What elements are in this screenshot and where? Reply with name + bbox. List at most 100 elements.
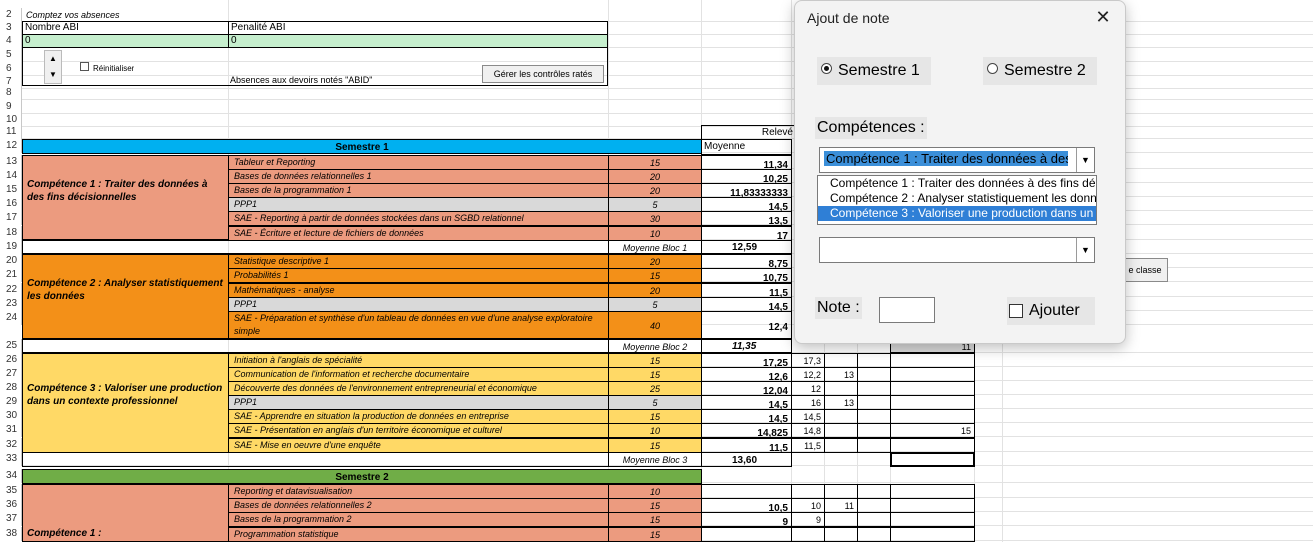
note-3[interactable] bbox=[857, 438, 891, 453]
row-header[interactable]: 36 bbox=[0, 498, 22, 512]
row-header[interactable]: 4 bbox=[0, 34, 22, 48]
note-4[interactable] bbox=[890, 438, 975, 453]
ue-moyenne[interactable]: 11,5 bbox=[701, 283, 792, 298]
ue-moyenne[interactable]: 17,25 bbox=[701, 353, 792, 368]
gerer-controles-button[interactable]: Gérer les contrôles ratés bbox=[482, 65, 604, 83]
nombre-abi-value[interactable]: 0 bbox=[22, 34, 229, 48]
ue-moyenne[interactable]: 14,5 bbox=[701, 297, 792, 312]
note-3[interactable] bbox=[857, 484, 891, 499]
note-1[interactable]: 10 bbox=[791, 498, 825, 513]
note-4[interactable] bbox=[890, 395, 975, 410]
row-header[interactable]: 17 bbox=[0, 211, 22, 225]
note-1[interactable]: 14,8 bbox=[791, 423, 825, 438]
ue-moyenne[interactable]: 11,5 bbox=[701, 438, 792, 453]
note-input[interactable] bbox=[879, 297, 935, 323]
row-header[interactable]: 6 bbox=[0, 62, 22, 76]
note-1[interactable]: 9 bbox=[791, 512, 825, 527]
row-header[interactable]: 34 bbox=[0, 469, 22, 483]
note-2[interactable] bbox=[824, 353, 858, 368]
note-2[interactable] bbox=[824, 423, 858, 438]
row-header[interactable]: 24 bbox=[0, 311, 22, 325]
note-3[interactable] bbox=[857, 381, 891, 396]
note-4[interactable] bbox=[890, 381, 975, 396]
semestre2-radio[interactable]: Semestre 2 bbox=[983, 57, 1097, 85]
row-header[interactable]: 14 bbox=[0, 169, 22, 183]
row-header[interactable]: 18 bbox=[0, 226, 22, 240]
spin-button[interactable]: ▲ ▼ bbox=[44, 50, 62, 84]
ue-moyenne[interactable]: 8,75 bbox=[701, 254, 792, 269]
competence-combobox[interactable]: Compétence 1 : Traiter des données à des… bbox=[819, 147, 1095, 173]
note-4[interactable] bbox=[890, 498, 975, 513]
note-4[interactable] bbox=[890, 367, 975, 382]
penalite-abi-value[interactable]: 0 bbox=[228, 34, 608, 48]
ue-moyenne[interactable]: 11,34 bbox=[701, 155, 792, 170]
row-header[interactable]: 16 bbox=[0, 197, 22, 211]
chevron-down-icon[interactable]: ▼ bbox=[1076, 238, 1094, 262]
row-header[interactable]: 13 bbox=[0, 155, 22, 169]
note-1[interactable]: 17,3 bbox=[791, 353, 825, 368]
note-2[interactable] bbox=[824, 438, 858, 453]
note-4[interactable] bbox=[890, 527, 975, 542]
row-header[interactable]: 28 bbox=[0, 381, 22, 395]
note-4[interactable] bbox=[890, 409, 975, 424]
classe-button[interactable]: e classe bbox=[1122, 258, 1168, 282]
ue-moyenne[interactable]: 10,75 bbox=[701, 268, 792, 283]
note-4[interactable] bbox=[890, 484, 975, 499]
list-item[interactable]: Compétence 3 : Valoriser une production … bbox=[818, 206, 1096, 221]
close-icon[interactable]: ✕ bbox=[1093, 7, 1113, 28]
ue-moyenne[interactable]: 14,5 bbox=[701, 197, 792, 212]
row-header[interactable]: 33 bbox=[0, 452, 22, 466]
note-2[interactable] bbox=[824, 512, 858, 527]
row-header[interactable]: 38 bbox=[0, 527, 22, 541]
row-header[interactable]: 2 bbox=[0, 8, 22, 22]
note-3[interactable] bbox=[857, 395, 891, 410]
note-2[interactable] bbox=[824, 409, 858, 424]
row-header[interactable]: 25 bbox=[0, 339, 22, 353]
row-header[interactable]: 5 bbox=[0, 48, 22, 62]
note-2[interactable] bbox=[824, 527, 858, 542]
row-header[interactable]: 12 bbox=[0, 139, 22, 153]
semestre1-radio[interactable]: Semestre 1 bbox=[817, 57, 931, 85]
note-1[interactable] bbox=[791, 484, 825, 499]
ue-combobox[interactable]: ▼ bbox=[819, 237, 1095, 263]
note-3[interactable] bbox=[857, 527, 891, 542]
note-1[interactable]: 16 bbox=[791, 395, 825, 410]
row-header[interactable]: 20 bbox=[0, 254, 22, 268]
note-3[interactable] bbox=[857, 409, 891, 424]
ue-moyenne[interactable] bbox=[701, 527, 792, 542]
row-header[interactable]: 37 bbox=[0, 512, 22, 526]
row-header[interactable]: 32 bbox=[0, 438, 22, 452]
row-header[interactable]: 31 bbox=[0, 423, 22, 437]
note-3[interactable] bbox=[857, 353, 891, 368]
note-4[interactable]: 15 bbox=[890, 423, 975, 438]
row-header[interactable]: 15 bbox=[0, 183, 22, 197]
row-header[interactable]: 27 bbox=[0, 367, 22, 381]
note-2[interactable] bbox=[824, 484, 858, 499]
ue-moyenne[interactable]: 12,4 bbox=[701, 311, 792, 339]
row-header[interactable]: 19 bbox=[0, 240, 22, 254]
row-header[interactable]: 22 bbox=[0, 283, 22, 297]
ue-moyenne[interactable]: 17 bbox=[701, 226, 792, 241]
note-1[interactable] bbox=[791, 527, 825, 542]
note-2[interactable]: 13 bbox=[824, 367, 858, 382]
ue-moyenne[interactable] bbox=[701, 484, 792, 499]
note-1[interactable]: 12 bbox=[791, 381, 825, 396]
reinit-checkbox[interactable]: Réinitialiser bbox=[80, 62, 134, 76]
row-header[interactable]: 9 bbox=[0, 100, 22, 114]
row-header[interactable]: 29 bbox=[0, 395, 22, 409]
ue-moyenne[interactable]: 11,83333333 bbox=[701, 183, 792, 198]
note-4[interactable] bbox=[890, 512, 975, 527]
chevron-down-icon[interactable]: ▼ bbox=[1076, 148, 1094, 172]
ue-moyenne[interactable]: 14,825 bbox=[701, 423, 792, 438]
row-header[interactable]: 11 bbox=[0, 125, 22, 139]
note-3[interactable] bbox=[857, 367, 891, 382]
ue-moyenne[interactable]: 12,04 bbox=[701, 381, 792, 396]
note-2[interactable]: 11 bbox=[824, 498, 858, 513]
row-header[interactable]: 8 bbox=[0, 86, 22, 100]
ue-moyenne[interactable]: 14,5 bbox=[701, 409, 792, 424]
spin-up-icon[interactable]: ▲ bbox=[45, 51, 61, 67]
ajouter-checkbox[interactable]: Ajouter bbox=[1007, 297, 1095, 325]
row-header[interactable]: 30 bbox=[0, 409, 22, 423]
competence-dropdown-list[interactable]: Compétence 1 : Traiter des données à des… bbox=[817, 175, 1097, 225]
note-1[interactable]: 12,2 bbox=[791, 367, 825, 382]
